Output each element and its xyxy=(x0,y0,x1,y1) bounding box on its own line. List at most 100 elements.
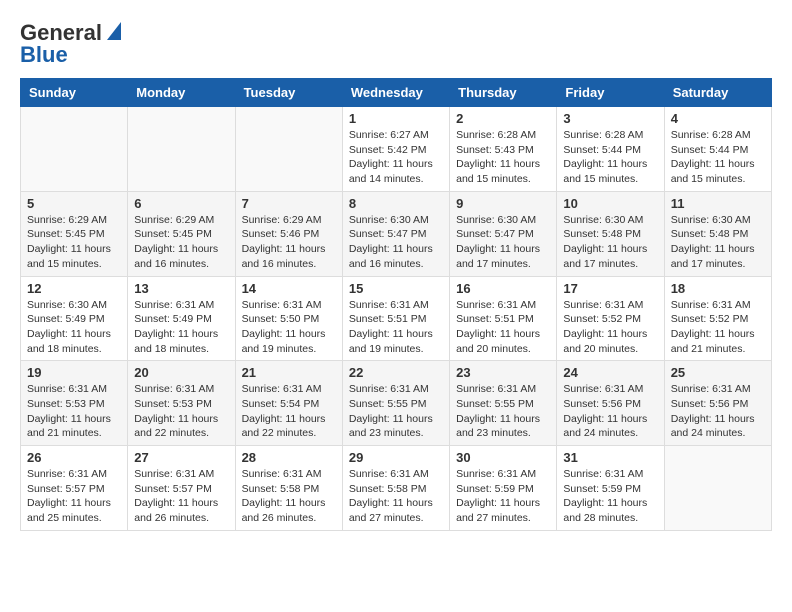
day-number: 25 xyxy=(671,365,765,380)
day-info: Sunrise: 6:31 AM Sunset: 5:56 PM Dayligh… xyxy=(671,382,765,441)
day-info: Sunrise: 6:28 AM Sunset: 5:43 PM Dayligh… xyxy=(456,128,550,187)
day-info: Sunrise: 6:29 AM Sunset: 5:45 PM Dayligh… xyxy=(27,213,121,272)
day-info: Sunrise: 6:31 AM Sunset: 5:58 PM Dayligh… xyxy=(242,467,336,526)
day-number: 30 xyxy=(456,450,550,465)
day-info: Sunrise: 6:31 AM Sunset: 5:59 PM Dayligh… xyxy=(563,467,657,526)
logo-triangle-icon xyxy=(103,22,121,40)
day-info: Sunrise: 6:31 AM Sunset: 5:57 PM Dayligh… xyxy=(27,467,121,526)
weekday-header-monday: Monday xyxy=(128,79,235,107)
day-number: 11 xyxy=(671,196,765,211)
calendar-day-cell: 31Sunrise: 6:31 AM Sunset: 5:59 PM Dayli… xyxy=(557,446,664,531)
day-info: Sunrise: 6:30 AM Sunset: 5:49 PM Dayligh… xyxy=(27,298,121,357)
day-info: Sunrise: 6:29 AM Sunset: 5:45 PM Dayligh… xyxy=(134,213,228,272)
day-info: Sunrise: 6:31 AM Sunset: 5:51 PM Dayligh… xyxy=(456,298,550,357)
calendar-empty-cell xyxy=(235,107,342,192)
day-number: 7 xyxy=(242,196,336,211)
calendar-week-row: 19 Sunrise: 6:31 AM Sunset: 5:53 PM Dayli… xyxy=(21,361,772,446)
calendar-day-cell: 27Sunrise: 6:31 AM Sunset: 5:57 PM Dayli… xyxy=(128,446,235,531)
calendar-day-cell: 23 Sunrise: 6:31 AM Sunset: 5:55 PM Dayli… xyxy=(450,361,557,446)
day-number: 15 xyxy=(349,281,443,296)
day-number: 28 xyxy=(242,450,336,465)
day-info: Sunrise: 6:31 AM Sunset: 5:49 PM Dayligh… xyxy=(134,298,228,357)
calendar-table: SundayMondayTuesdayWednesdayThursdayFrid… xyxy=(20,78,772,531)
calendar-week-row: 1 Sunrise: 6:27 AM Sunset: 5:42 PM Daylig… xyxy=(21,107,772,192)
calendar-day-cell: 7 Sunrise: 6:29 AM Sunset: 5:46 PM Daylig… xyxy=(235,191,342,276)
day-info: Sunrise: 6:31 AM Sunset: 5:54 PM Dayligh… xyxy=(242,382,336,441)
calendar-day-cell: 15 Sunrise: 6:31 AM Sunset: 5:51 PM Dayli… xyxy=(342,276,449,361)
calendar-day-cell: 22 Sunrise: 6:31 AM Sunset: 5:55 PM Dayli… xyxy=(342,361,449,446)
calendar-day-cell: 1 Sunrise: 6:27 AM Sunset: 5:42 PM Daylig… xyxy=(342,107,449,192)
calendar-day-cell: 2 Sunrise: 6:28 AM Sunset: 5:43 PM Daylig… xyxy=(450,107,557,192)
calendar-day-cell: 25 Sunrise: 6:31 AM Sunset: 5:56 PM Dayli… xyxy=(664,361,771,446)
day-number: 17 xyxy=(563,281,657,296)
calendar-day-cell: 8Sunrise: 6:30 AM Sunset: 5:47 PM Daylig… xyxy=(342,191,449,276)
day-info: Sunrise: 6:30 AM Sunset: 5:48 PM Dayligh… xyxy=(563,213,657,272)
day-info: Sunrise: 6:31 AM Sunset: 5:55 PM Dayligh… xyxy=(456,382,550,441)
calendar-day-cell: 9 Sunrise: 6:30 AM Sunset: 5:47 PM Daylig… xyxy=(450,191,557,276)
calendar-day-cell: 16Sunrise: 6:31 AM Sunset: 5:51 PM Dayli… xyxy=(450,276,557,361)
day-info: Sunrise: 6:31 AM Sunset: 5:50 PM Dayligh… xyxy=(242,298,336,357)
calendar-day-cell: 6 Sunrise: 6:29 AM Sunset: 5:45 PM Daylig… xyxy=(128,191,235,276)
calendar-week-row: 5Sunrise: 6:29 AM Sunset: 5:45 PM Daylig… xyxy=(21,191,772,276)
day-number: 26 xyxy=(27,450,121,465)
calendar-day-cell: 26 Sunrise: 6:31 AM Sunset: 5:57 PM Dayli… xyxy=(21,446,128,531)
day-number: 23 xyxy=(456,365,550,380)
calendar-day-cell: 5Sunrise: 6:29 AM Sunset: 5:45 PM Daylig… xyxy=(21,191,128,276)
day-info: Sunrise: 6:29 AM Sunset: 5:46 PM Dayligh… xyxy=(242,213,336,272)
calendar-week-row: 26 Sunrise: 6:31 AM Sunset: 5:57 PM Dayli… xyxy=(21,446,772,531)
calendar-day-cell: 18 Sunrise: 6:31 AM Sunset: 5:52 PM Dayli… xyxy=(664,276,771,361)
day-number: 18 xyxy=(671,281,765,296)
day-number: 6 xyxy=(134,196,228,211)
calendar-empty-cell xyxy=(128,107,235,192)
day-number: 2 xyxy=(456,111,550,126)
day-number: 19 xyxy=(27,365,121,380)
day-info: Sunrise: 6:30 AM Sunset: 5:48 PM Dayligh… xyxy=(671,213,765,272)
day-number: 9 xyxy=(456,196,550,211)
day-number: 14 xyxy=(242,281,336,296)
day-number: 8 xyxy=(349,196,443,211)
day-number: 20 xyxy=(134,365,228,380)
day-info: Sunrise: 6:31 AM Sunset: 5:58 PM Dayligh… xyxy=(349,467,443,526)
calendar-day-cell: 3Sunrise: 6:28 AM Sunset: 5:44 PM Daylig… xyxy=(557,107,664,192)
day-info: Sunrise: 6:31 AM Sunset: 5:52 PM Dayligh… xyxy=(671,298,765,357)
weekday-header-saturday: Saturday xyxy=(664,79,771,107)
day-info: Sunrise: 6:31 AM Sunset: 5:51 PM Dayligh… xyxy=(349,298,443,357)
calendar-day-cell: 4 Sunrise: 6:28 AM Sunset: 5:44 PM Daylig… xyxy=(664,107,771,192)
weekday-header-thursday: Thursday xyxy=(450,79,557,107)
day-info: Sunrise: 6:31 AM Sunset: 5:53 PM Dayligh… xyxy=(27,382,121,441)
calendar-day-cell: 12 Sunrise: 6:30 AM Sunset: 5:49 PM Dayli… xyxy=(21,276,128,361)
page-header: General Blue xyxy=(20,20,772,68)
calendar-day-cell: 24 Sunrise: 6:31 AM Sunset: 5:56 PM Dayli… xyxy=(557,361,664,446)
day-number: 4 xyxy=(671,111,765,126)
weekday-header-tuesday: Tuesday xyxy=(235,79,342,107)
calendar-day-cell: 17 Sunrise: 6:31 AM Sunset: 5:52 PM Dayli… xyxy=(557,276,664,361)
logo: General Blue xyxy=(20,20,121,68)
day-number: 24 xyxy=(563,365,657,380)
calendar-empty-cell xyxy=(21,107,128,192)
day-info: Sunrise: 6:27 AM Sunset: 5:42 PM Dayligh… xyxy=(349,128,443,187)
weekday-header-row: SundayMondayTuesdayWednesdayThursdayFrid… xyxy=(21,79,772,107)
calendar-day-cell: 20Sunrise: 6:31 AM Sunset: 5:53 PM Dayli… xyxy=(128,361,235,446)
day-info: Sunrise: 6:31 AM Sunset: 5:59 PM Dayligh… xyxy=(456,467,550,526)
day-info: Sunrise: 6:28 AM Sunset: 5:44 PM Dayligh… xyxy=(671,128,765,187)
calendar-day-cell: 11 Sunrise: 6:30 AM Sunset: 5:48 PM Dayli… xyxy=(664,191,771,276)
day-number: 3 xyxy=(563,111,657,126)
calendar-day-cell: 14 Sunrise: 6:31 AM Sunset: 5:50 PM Dayli… xyxy=(235,276,342,361)
logo-blue-text: Blue xyxy=(20,42,68,68)
day-info: Sunrise: 6:31 AM Sunset: 5:55 PM Dayligh… xyxy=(349,382,443,441)
day-number: 22 xyxy=(349,365,443,380)
calendar-empty-cell xyxy=(664,446,771,531)
day-info: Sunrise: 6:31 AM Sunset: 5:52 PM Dayligh… xyxy=(563,298,657,357)
calendar-day-cell: 13Sunrise: 6:31 AM Sunset: 5:49 PM Dayli… xyxy=(128,276,235,361)
calendar-day-cell: 29Sunrise: 6:31 AM Sunset: 5:58 PM Dayli… xyxy=(342,446,449,531)
calendar-day-cell: 19 Sunrise: 6:31 AM Sunset: 5:53 PM Dayli… xyxy=(21,361,128,446)
day-number: 1 xyxy=(349,111,443,126)
day-info: Sunrise: 6:30 AM Sunset: 5:47 PM Dayligh… xyxy=(456,213,550,272)
calendar-day-cell: 10 Sunrise: 6:30 AM Sunset: 5:48 PM Dayli… xyxy=(557,191,664,276)
weekday-header-sunday: Sunday xyxy=(21,79,128,107)
weekday-header-wednesday: Wednesday xyxy=(342,79,449,107)
day-info: Sunrise: 6:31 AM Sunset: 5:56 PM Dayligh… xyxy=(563,382,657,441)
day-number: 12 xyxy=(27,281,121,296)
weekday-header-friday: Friday xyxy=(557,79,664,107)
day-number: 10 xyxy=(563,196,657,211)
